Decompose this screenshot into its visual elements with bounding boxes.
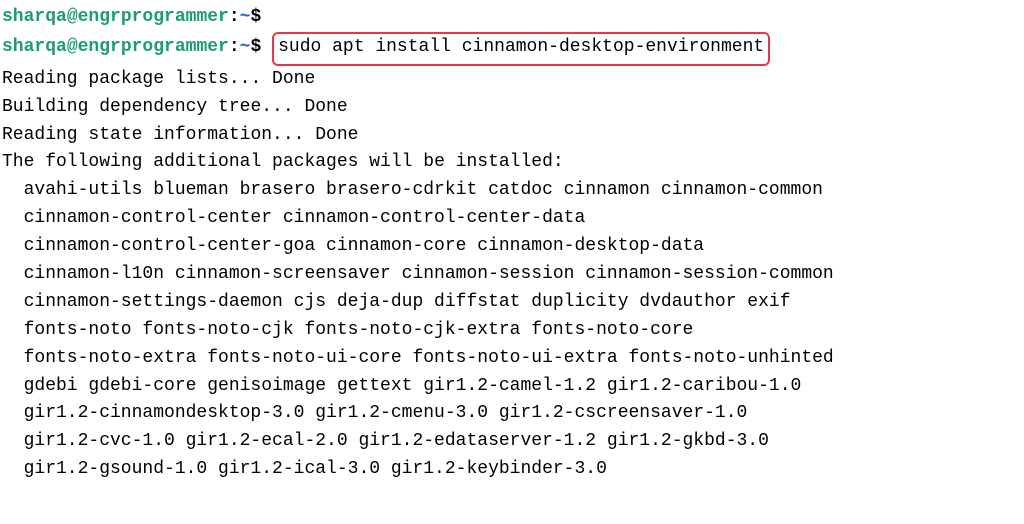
prompt-line-command: sharqa@engrprogrammer:~$ sudo apt instal… bbox=[2, 32, 1022, 66]
package-list-line: gdebi gdebi-core genisoimage gettext gir… bbox=[2, 373, 1022, 401]
prompt-user: sharqa bbox=[2, 37, 67, 57]
package-list-line: gir1.2-gsound-1.0 gir1.2-ical-3.0 gir1.2… bbox=[2, 456, 1022, 484]
package-list-line: cinnamon-l10n cinnamon-screensaver cinna… bbox=[2, 261, 1022, 289]
package-list-line: cinnamon-control-center cinnamon-control… bbox=[2, 205, 1022, 233]
prompt-at: @ bbox=[67, 37, 78, 57]
prompt-user: sharqa bbox=[2, 7, 67, 27]
prompt-dollar: $ bbox=[250, 37, 261, 57]
package-list-line: fonts-noto fonts-noto-cjk fonts-noto-cjk… bbox=[2, 317, 1022, 345]
prompt-host: engrprogrammer bbox=[78, 37, 229, 57]
prompt-path: ~ bbox=[240, 7, 251, 27]
output-reading-state: Reading state information... Done bbox=[2, 122, 1022, 150]
prompt-colon: : bbox=[229, 37, 240, 57]
command-text[interactable]: sudo apt install cinnamon-desktop-enviro… bbox=[278, 37, 764, 57]
package-list-line: cinnamon-control-center-goa cinnamon-cor… bbox=[2, 233, 1022, 261]
package-list-line: fonts-noto-extra fonts-noto-ui-core font… bbox=[2, 345, 1022, 373]
package-list-line: gir1.2-cinnamondesktop-3.0 gir1.2-cmenu-… bbox=[2, 400, 1022, 428]
output-reading-pkg: Reading package lists... Done bbox=[2, 66, 1022, 94]
prompt-path: ~ bbox=[240, 37, 251, 57]
prompt-colon: : bbox=[229, 7, 240, 27]
output-building-dep: Building dependency tree... Done bbox=[2, 94, 1022, 122]
prompt-host: engrprogrammer bbox=[78, 7, 229, 27]
package-list-line: avahi-utils blueman brasero brasero-cdrk… bbox=[2, 177, 1022, 205]
output-additional-pkgs-header: The following additional packages will b… bbox=[2, 149, 1022, 177]
command-highlight-box: sudo apt install cinnamon-desktop-enviro… bbox=[272, 32, 770, 66]
package-list-line: cinnamon-settings-daemon cjs deja-dup di… bbox=[2, 289, 1022, 317]
prompt-dollar: $ bbox=[250, 7, 261, 27]
prompt-at: @ bbox=[67, 7, 78, 27]
package-list-line: gir1.2-cvc-1.0 gir1.2-ecal-2.0 gir1.2-ed… bbox=[2, 428, 1022, 456]
prompt-line-empty: sharqa@engrprogrammer:~$ bbox=[2, 4, 1022, 32]
